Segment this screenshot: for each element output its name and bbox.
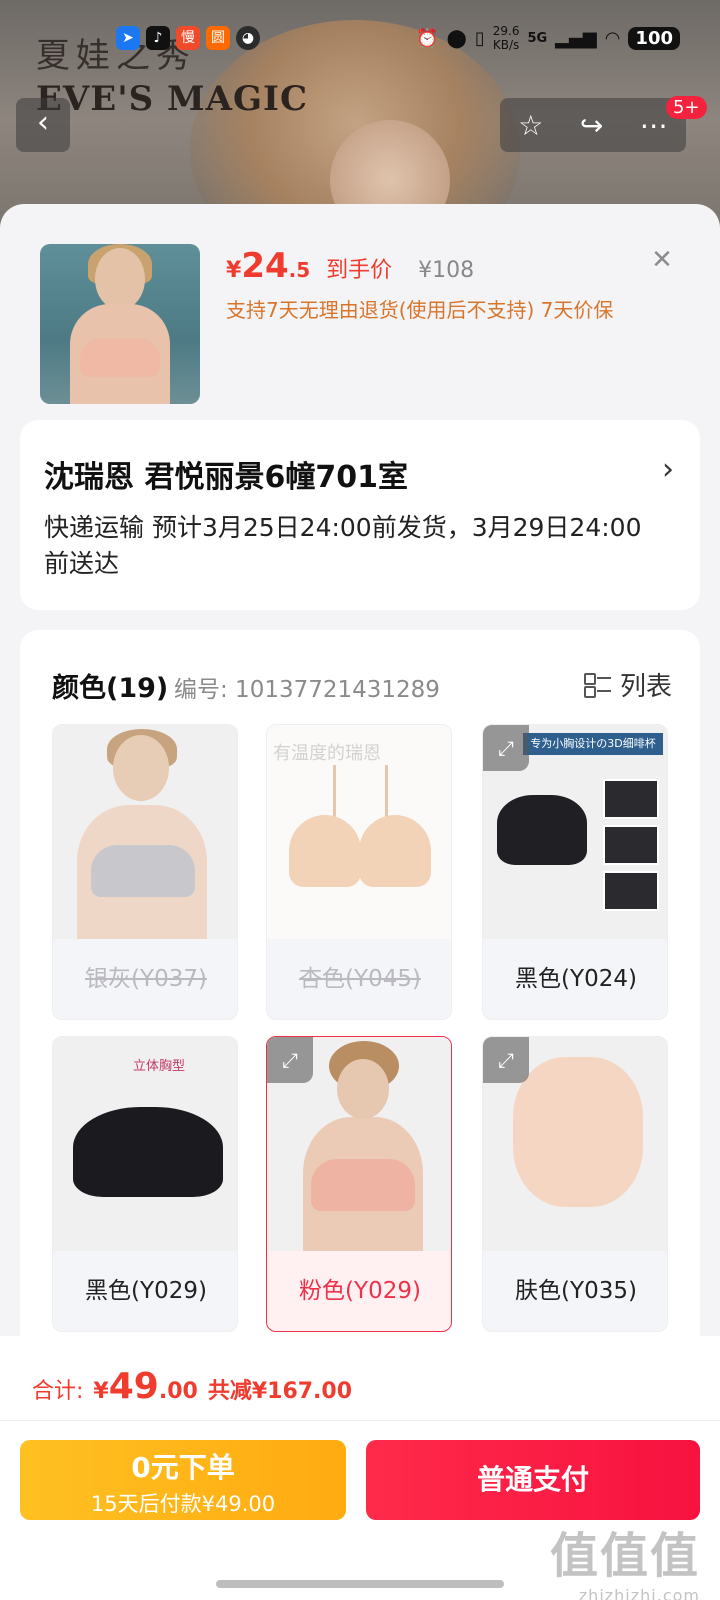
close-icon[interactable]: ✕ bbox=[646, 244, 678, 276]
back-button[interactable]: ‹ bbox=[16, 98, 70, 152]
address-card[interactable]: 沈瑞恩 君悦丽景6幢701室 › 快递运输 预计3月25日24:00前发货，3月… bbox=[20, 420, 700, 610]
expand-icon[interactable]: ⤢ bbox=[483, 1037, 529, 1083]
img-detail bbox=[603, 779, 659, 819]
pay-later-title: 0元下单 bbox=[131, 1451, 235, 1484]
status-bar: ➤ ♪ 慢 圆 ◕ ⏰ ⬤ ▯ 29.6 KB/s 5G ▂▄▆ ◠ 100 bbox=[0, 22, 720, 58]
color-option-apricot[interactable]: 有温度的瑞恩 杏色(Y045) bbox=[266, 724, 452, 1020]
list-toggle-label: 列表 bbox=[619, 672, 672, 702]
network-speed: 29.6 KB/s bbox=[492, 24, 520, 52]
img-bra bbox=[91, 845, 195, 897]
item-code: 编号: 10137721431289 bbox=[174, 677, 440, 703]
nav-actions: ☆ ↪ ⋯ bbox=[500, 98, 686, 152]
site-watermark: 值值值 zhizhizhi.com bbox=[550, 1516, 700, 1600]
watermark-logo: 值值值 bbox=[549, 1528, 700, 1584]
color-option-pink-y029[interactable]: ⤢ 粉色(Y029) bbox=[266, 1036, 452, 1332]
divider bbox=[0, 1420, 720, 1421]
shipping-estimate: 快递运输 预计3月25日24:00前发货，3月29日24:00前送达 bbox=[44, 513, 642, 578]
alarm-icon: ⏰ bbox=[416, 27, 439, 49]
list-view-toggle[interactable]: 列表 bbox=[583, 666, 672, 703]
home-indicator[interactable] bbox=[216, 1580, 504, 1588]
notification-icons: ➤ ♪ 慢 圆 ◕ bbox=[116, 26, 260, 50]
wifi-icon: ◠ bbox=[604, 27, 621, 49]
img-cup bbox=[289, 815, 361, 887]
option-image bbox=[53, 725, 237, 939]
color-option-black-y029[interactable]: 立体胸型 黑色(Y029) bbox=[52, 1036, 238, 1332]
share-icon[interactable]: ↪ bbox=[580, 109, 603, 142]
ad-text: 立体胸型 bbox=[133, 1059, 186, 1074]
favorite-star-icon[interactable]: ☆ bbox=[518, 109, 543, 142]
price-decimal: .5 bbox=[288, 258, 311, 282]
img-face bbox=[113, 735, 169, 801]
wechat-icon: ◕ bbox=[236, 26, 260, 50]
price-integer: 24 bbox=[241, 246, 289, 286]
return-policy: 支持7天无理由退货(使用后不支持) 7天价保 bbox=[226, 298, 614, 322]
network-type: 5G bbox=[527, 30, 548, 46]
status-right: ⏰ ⬤ ▯ 29.6 KB/s 5G ▂▄▆ ◠ 100 bbox=[416, 24, 680, 52]
original-price: ¥108 bbox=[418, 258, 475, 283]
message-badge: 5+ bbox=[666, 96, 707, 119]
pay-later-button[interactable]: 0元下单 15天后付款¥49.00 bbox=[20, 1440, 346, 1520]
app-notification-icon: 圆 bbox=[206, 26, 230, 50]
option-image: 有温度的瑞恩 bbox=[267, 725, 451, 939]
img-cup bbox=[359, 815, 431, 887]
option-image: 立体胸型 bbox=[53, 1037, 237, 1251]
option-label: 粉色(Y029) bbox=[299, 1278, 421, 1304]
battery-indicator: 100 bbox=[628, 26, 680, 50]
vibrate-icon: ▯ bbox=[474, 27, 485, 49]
color-options-card: 颜色(19) 编号: 10137721431289 列表 银灰(Y037) 有温… bbox=[20, 630, 700, 1410]
price-tag: 到手价 bbox=[326, 258, 393, 283]
color-option-silver-gray[interactable]: 银灰(Y037) bbox=[52, 724, 238, 1020]
img-bra bbox=[497, 795, 587, 865]
chevron-left-icon: ‹ bbox=[37, 105, 49, 140]
thumb-face bbox=[95, 248, 145, 310]
product-thumbnail[interactable] bbox=[40, 244, 200, 404]
total-discount: 共减¥167.00 bbox=[207, 1379, 353, 1404]
signal-icon: ▂▄▆ bbox=[555, 27, 597, 49]
expand-icon[interactable]: ⤢ bbox=[267, 1037, 313, 1083]
app-notification-icon: ➤ bbox=[116, 26, 140, 50]
expand-icon[interactable]: ⤢ bbox=[483, 725, 529, 771]
app-notification-icon: 慢 bbox=[176, 26, 200, 50]
thumb-bra bbox=[80, 339, 160, 377]
ad-banner-text: 专为小胸设计の3D细啡杯 bbox=[523, 733, 663, 755]
img-detail bbox=[603, 825, 659, 865]
total-integer: 49 bbox=[108, 1366, 159, 1407]
total-decimal: .00 bbox=[158, 1379, 198, 1404]
color-option-skin-y035[interactable]: ⤢ 肤色(Y035) bbox=[482, 1036, 668, 1332]
address-name: 沈瑞恩 君悦丽景6幢701室 bbox=[44, 460, 408, 495]
total-label: 合计: bbox=[32, 1379, 84, 1404]
more-icon[interactable]: ⋯ bbox=[640, 109, 668, 142]
option-label: 黑色(Y024) bbox=[515, 966, 637, 992]
price-row: ¥ 24 .5 到手价 ¥108 bbox=[226, 246, 474, 286]
price-currency: ¥ bbox=[226, 258, 242, 283]
img-bra bbox=[513, 1057, 643, 1207]
watermark-url: zhizhizhi.com bbox=[578, 1586, 700, 1600]
image-watermark-text: 有温度的瑞恩 bbox=[273, 743, 381, 764]
chevron-right-icon: › bbox=[662, 452, 674, 487]
location-icon: ⬤ bbox=[446, 27, 467, 49]
color-option-black-y024[interactable]: 专为小胸设计の3D细啡杯 ⤢ 黑色(Y024) bbox=[482, 724, 668, 1020]
pay-later-subtitle: 15天后付款¥49.00 bbox=[90, 1492, 276, 1516]
normal-pay-button[interactable]: 普通支付 bbox=[366, 1440, 700, 1520]
list-icon bbox=[583, 672, 612, 698]
img-face bbox=[337, 1059, 389, 1119]
img-bra bbox=[73, 1107, 223, 1197]
option-label: 杏色(Y045) bbox=[299, 966, 421, 992]
options-title: 颜色(19) bbox=[52, 673, 169, 704]
total-currency: ¥ bbox=[93, 1379, 109, 1404]
img-detail bbox=[603, 871, 659, 911]
order-total: 合计: ¥ 49 .00 共减¥167.00 bbox=[32, 1366, 352, 1407]
option-label: 银灰(Y037) bbox=[85, 966, 207, 992]
img-bra bbox=[311, 1159, 415, 1211]
option-label: 肤色(Y035) bbox=[515, 1278, 637, 1304]
checkout-bar: 合计: ¥ 49 .00 共减¥167.00 0元下单 15天后付款¥49.00… bbox=[0, 1336, 720, 1600]
tiktok-icon: ♪ bbox=[146, 26, 170, 50]
option-label: 黑色(Y029) bbox=[85, 1278, 207, 1304]
